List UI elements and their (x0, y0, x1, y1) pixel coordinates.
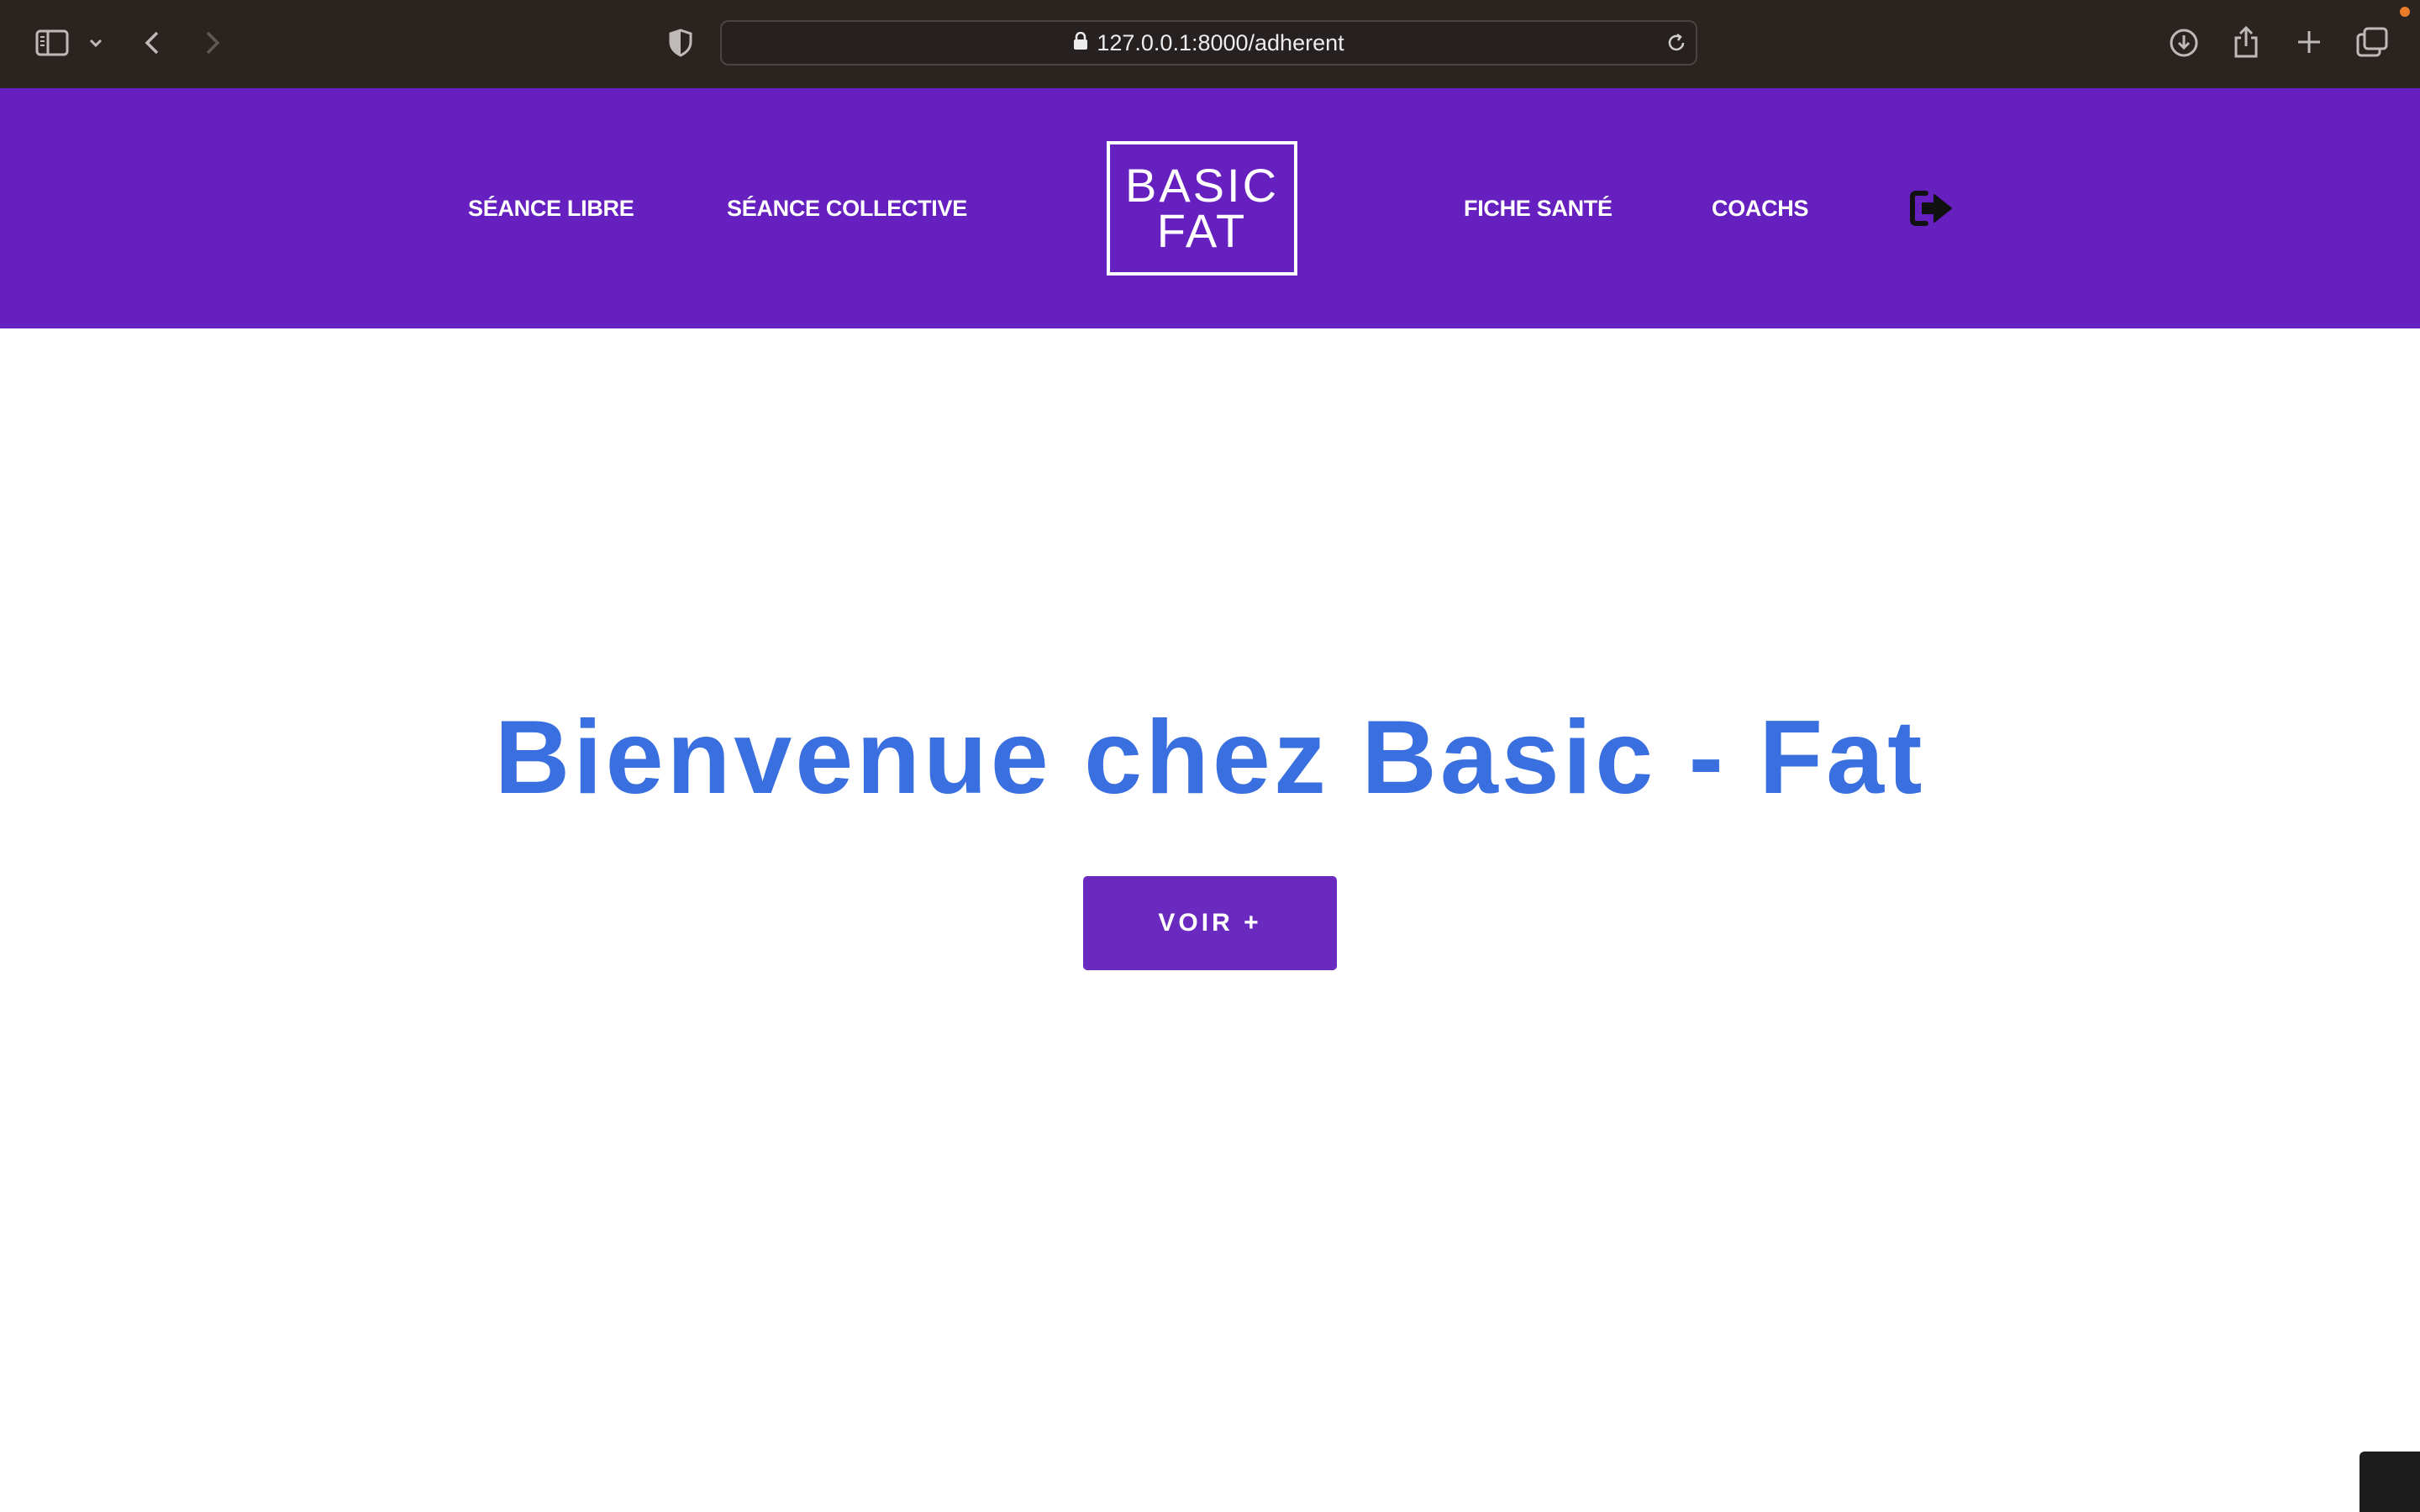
logout-icon[interactable] (1909, 188, 1954, 228)
new-tab-icon[interactable] (2295, 28, 2323, 56)
download-icon[interactable] (2168, 27, 2200, 59)
nav-seance-collective[interactable]: SÉANCE COLLECTIVE (727, 88, 967, 328)
lock-icon (1073, 30, 1088, 56)
site-header: SÉANCE LIBRE SÉANCE COLLECTIVE BASIC FAT… (0, 88, 2420, 328)
address-bar[interactable]: 127.0.0.1:8000/adherent (720, 20, 1697, 66)
recording-indicator (2400, 7, 2410, 17)
forward-icon[interactable] (202, 29, 224, 57)
sidebar-icon[interactable] (34, 28, 71, 58)
hero-section: Bienvenue chez Basic - Fat VOIR + (0, 328, 2420, 1512)
shield-icon[interactable] (666, 28, 695, 58)
nav-coachs[interactable]: COACHS (1712, 88, 1809, 328)
url-text: 127.0.0.1:8000/adherent (1097, 29, 1344, 55)
site-logo[interactable]: BASIC FAT (1107, 141, 1297, 276)
nav-fiche-sante[interactable]: FICHE SANTÉ (1464, 88, 1612, 328)
hero-title: Bienvenue chez Basic - Fat (494, 700, 1926, 816)
chevron-down-icon[interactable] (87, 34, 104, 52)
share-icon[interactable] (2232, 24, 2260, 60)
nav-seance-libre[interactable]: SÉANCE LIBRE (468, 88, 634, 328)
tabs-overview-icon[interactable] (2355, 26, 2389, 58)
voir-plus-button[interactable]: VOIR + (1083, 876, 1337, 970)
corner-widget[interactable] (2360, 1452, 2420, 1512)
logo-line-2: FAT (1156, 204, 1248, 257)
reload-icon[interactable] (1665, 32, 1687, 54)
back-icon[interactable] (141, 29, 163, 57)
browser-toolbar: 127.0.0.1:8000/adherent (0, 0, 2420, 88)
logo-line-1: BASIC (1124, 159, 1280, 212)
